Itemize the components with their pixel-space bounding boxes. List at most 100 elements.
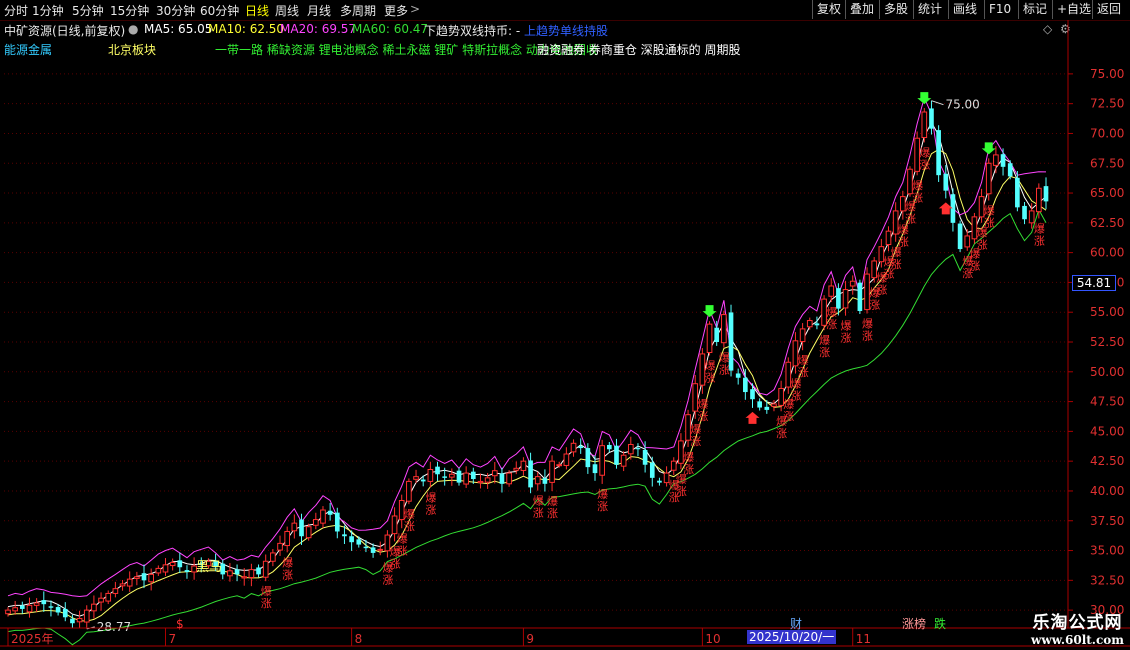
- candle-body: [921, 111, 928, 139]
- candle-body: [427, 469, 434, 482]
- candle-body: [26, 604, 33, 613]
- low-price-label: 28.77: [97, 620, 131, 634]
- sell-arrow-icon: [981, 142, 996, 155]
- candle: [757, 398, 762, 411]
- candle-body: [534, 476, 541, 485]
- candle-body: [477, 480, 484, 484]
- signal-top-char: 爆: [282, 555, 293, 569]
- signal-bottom-char: 涨: [819, 346, 830, 359]
- candle-body: [670, 460, 677, 471]
- x-tick-label: 11: [856, 632, 871, 646]
- candle-body: [714, 327, 720, 342]
- candle: [534, 471, 541, 491]
- candle-body: [305, 526, 312, 539]
- candle-body: [141, 573, 147, 581]
- candle: [857, 279, 863, 314]
- signal-bottom-char: 涨: [683, 463, 694, 476]
- candle: [91, 595, 97, 619]
- candle-body: [227, 570, 233, 577]
- candle: [277, 535, 283, 556]
- candle-body: [885, 230, 892, 246]
- candle-body: [556, 464, 563, 467]
- dollar-marker: $: [176, 617, 184, 631]
- candle-body: [513, 467, 520, 471]
- candle-body: [620, 454, 627, 467]
- candle: [642, 441, 648, 473]
- y-tick-label: 65.00: [1090, 186, 1124, 200]
- candle: [98, 592, 104, 611]
- signal-bottom-char: 涨: [1034, 234, 1045, 247]
- candle-body: [284, 530, 291, 547]
- candle: [849, 275, 856, 295]
- signal-bottom-char: 涨: [798, 366, 809, 379]
- y-tick-label: 52.50: [1090, 335, 1124, 349]
- candle-body: [857, 282, 863, 312]
- candle-body: [806, 320, 813, 328]
- candle: [126, 571, 133, 592]
- signal-top-char: 爆: [862, 317, 873, 331]
- signal-bottom-char: 涨: [261, 597, 272, 610]
- signal-bottom-char: 涨: [533, 507, 544, 520]
- candle: [76, 610, 83, 628]
- candle-body: [764, 406, 770, 410]
- candle: [62, 602, 68, 622]
- watermark: 乐淘公式网 www.60lt.com: [1031, 608, 1124, 647]
- y-tick-label: 45.00: [1090, 424, 1124, 438]
- candle-body: [606, 444, 612, 450]
- die-label[interactable]: 跌: [934, 615, 946, 632]
- candle-body: [119, 583, 126, 587]
- candle-body: [743, 377, 748, 393]
- candle-body: [435, 466, 440, 475]
- candle-body: [484, 477, 491, 483]
- candle-body: [327, 510, 333, 515]
- candle: [721, 310, 727, 348]
- ma-upper-line: [7, 96, 1047, 598]
- signal-top-char: 爆: [826, 305, 837, 319]
- candle: [563, 447, 570, 470]
- candle: [141, 564, 147, 589]
- x-tick-label: 2025年: [11, 632, 54, 646]
- candle-body: [528, 460, 533, 488]
- signal-top-char: 爆: [984, 204, 995, 218]
- candle-body: [406, 480, 412, 502]
- candle: [606, 441, 612, 453]
- candle-body: [248, 569, 255, 578]
- candle-body: [814, 323, 820, 326]
- candle: [499, 467, 505, 493]
- candle-body: [1015, 177, 1020, 208]
- candle-body: [155, 567, 162, 574]
- signal-top-char: 爆: [597, 487, 608, 501]
- candle: [19, 601, 25, 614]
- signal-top-char: 爆: [919, 145, 930, 159]
- candle-body: [750, 389, 755, 400]
- candle-body: [256, 567, 261, 575]
- candle-body: [964, 235, 971, 248]
- signal-top-char: 爆: [705, 358, 716, 372]
- signal-bottom-char: 涨: [905, 213, 916, 226]
- candle-body: [363, 546, 369, 549]
- kline-chart[interactable]: 爆涨爆涨爆涨爆涨爆涨爆涨爆涨爆涨爆涨爆涨爆涨爆涨爆涨爆涨爆涨爆涨爆涨爆涨爆涨爆涨…: [0, 0, 1130, 650]
- candle: [620, 451, 627, 472]
- candle-body: [5, 609, 11, 615]
- zhangbang-label[interactable]: 涨榜: [902, 615, 926, 632]
- candle-body: [377, 548, 384, 551]
- candle-body: [449, 473, 455, 478]
- candle: [327, 502, 333, 521]
- candle: [842, 280, 849, 316]
- signal-bottom-char: 涨: [382, 574, 393, 587]
- candle: [435, 461, 440, 482]
- candle: [262, 554, 269, 582]
- candle-body: [33, 602, 40, 606]
- y-tick-label: 55.00: [1090, 305, 1124, 319]
- y-tick-label: 40.00: [1090, 484, 1124, 498]
- signal-top-char: 爆: [683, 450, 694, 464]
- candle-body: [334, 512, 340, 532]
- candle-body: [291, 522, 298, 532]
- candle: [491, 462, 498, 484]
- candle-body: [563, 453, 570, 466]
- candle-body: [957, 223, 963, 250]
- candle-body: [349, 536, 354, 543]
- candle: [635, 443, 641, 457]
- signal-bottom-char: 涨: [719, 364, 730, 377]
- candle-body: [1022, 205, 1027, 220]
